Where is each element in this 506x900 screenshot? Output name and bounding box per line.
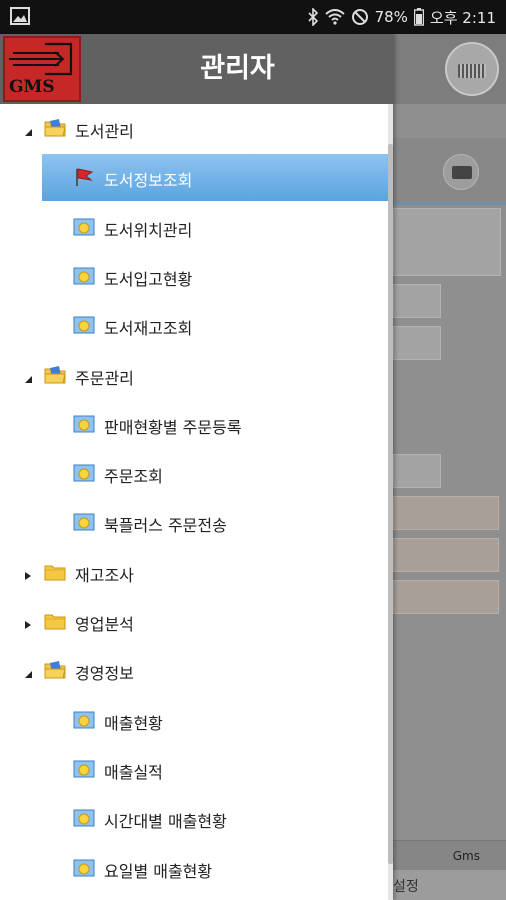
collapse-arrow-icon[interactable] — [22, 123, 34, 136]
tree-item-label: 주문조회 — [104, 467, 163, 487]
tree-item-label: 매출실적 — [104, 762, 163, 782]
tree-item-label: 판매현황별 주문등록 — [104, 417, 242, 437]
document-icon — [73, 512, 95, 532]
background-app: Gms 설정 — [393, 34, 506, 900]
gms-logo: GMS — [3, 36, 81, 102]
battery-icon — [413, 8, 424, 26]
tree-item-label: 시간대별 매출현황 — [104, 812, 227, 832]
document-icon — [73, 710, 95, 730]
tree-item-row[interactable]: 매출현황 — [0, 697, 388, 744]
document-icon — [73, 217, 95, 237]
navigation-drawer: GMS 관리자 도서관리도서정보조회도서위치관리도서입고현황도서재고조회주문관리… — [0, 34, 393, 900]
tree-item-row[interactable]: 매출실적 — [0, 746, 388, 793]
background-divider — [393, 202, 506, 205]
background-setting-label: 설정 — [393, 870, 506, 900]
tree-item-row[interactable]: 도서정보조회 — [42, 154, 388, 202]
tree-folder-label: 영업분석 — [75, 615, 134, 634]
tree-item-row[interactable]: 도서입고현황 — [0, 253, 388, 300]
wifi-icon — [324, 9, 345, 25]
flag-icon — [73, 167, 95, 187]
collapse-arrow-icon[interactable] — [22, 370, 34, 383]
battery-percent: 78% — [374, 8, 408, 26]
folder-open-icon — [44, 118, 66, 138]
document-icon — [73, 266, 95, 286]
tree-folder-row[interactable]: 경영정보 — [0, 647, 388, 694]
clock: 오후 2:11 — [429, 8, 496, 27]
tree-item-label: 요일별 매출현황 — [104, 861, 213, 881]
expand-arrow-icon[interactable] — [22, 616, 34, 629]
tree-folder-label: 재고조사 — [75, 565, 134, 585]
document-icon — [73, 759, 95, 779]
tree-folder-label: 주문관리 — [75, 368, 134, 388]
bluetooth-icon — [307, 8, 319, 26]
drawer-header: GMS 관리자 — [0, 34, 393, 104]
printer-icon — [443, 154, 479, 190]
folder-icon — [44, 562, 66, 582]
tree-folder-label: 경영정보 — [75, 664, 134, 684]
tree-folder-row[interactable]: 재고조사 — [0, 549, 388, 596]
document-icon — [73, 858, 95, 878]
folder-open-icon — [44, 365, 66, 385]
background-field — [393, 326, 441, 360]
document-icon — [73, 414, 95, 434]
tree-item-row[interactable]: 요일별 매출현황 — [0, 845, 388, 892]
gallery-icon — [10, 7, 30, 25]
tree-folder-row[interactable]: 영업분석 — [0, 598, 388, 645]
tree-item-row[interactable]: 도서재고조회 — [0, 302, 388, 349]
tree-item-label: 매출현황 — [104, 713, 163, 733]
background-row — [393, 496, 499, 530]
tree-item-label: 도서정보조회 — [104, 171, 193, 191]
tree-item-label: 도서위치관리 — [104, 220, 193, 240]
background-tab-label: Gms — [393, 840, 506, 870]
tree-folder-row[interactable]: 도서관리 — [0, 105, 388, 152]
tree-item-row[interactable]: 주문조회 — [0, 450, 388, 497]
document-icon — [73, 315, 95, 335]
folder-open-icon — [44, 660, 66, 680]
tree-item-row[interactable]: 도서위치관리 — [0, 204, 388, 251]
document-icon — [73, 808, 95, 828]
tree-item-label: 도서재고조회 — [104, 319, 193, 339]
dnd-icon — [351, 8, 369, 26]
background-field — [393, 454, 441, 488]
logo-text: GMS — [9, 77, 55, 97]
scrollbar[interactable] — [388, 104, 393, 900]
tree-item-row[interactable]: 시간대별 매출현황 — [0, 795, 388, 842]
tree-item-label: 도서입고현황 — [104, 269, 193, 289]
expand-arrow-icon[interactable] — [22, 567, 34, 580]
collapse-arrow-icon[interactable] — [22, 665, 34, 679]
tree-item-label: 북플러스 주문전송 — [104, 516, 227, 536]
background-field — [393, 284, 441, 318]
status-bar: 78% 오후 2:11 — [0, 0, 506, 34]
tree-item-row[interactable]: 북플러스 주문전송 — [0, 499, 388, 546]
tree-item-row[interactable]: 판매현황별 주문등록 — [0, 401, 388, 448]
tree-folder-label: 도서관리 — [75, 122, 134, 141]
barcode-scan-icon — [445, 42, 499, 96]
folder-icon — [44, 611, 66, 631]
document-icon — [73, 463, 95, 483]
drawer-title: 관리자 — [200, 53, 275, 84]
tree-folder-row[interactable]: 주문관리 — [0, 352, 388, 399]
background-row — [393, 538, 499, 572]
background-row — [393, 580, 499, 614]
background-panel — [393, 208, 501, 276]
